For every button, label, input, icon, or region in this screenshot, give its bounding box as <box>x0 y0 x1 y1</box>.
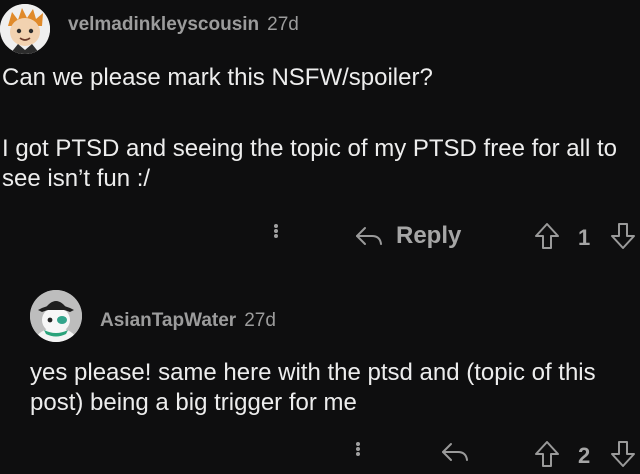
vote-count: 2 <box>578 443 591 468</box>
reply-arrow-icon <box>356 227 382 245</box>
downvote-button[interactable] <box>610 440 636 468</box>
avatar-image <box>30 290 82 342</box>
comment-paragraph: yes please! same here with the ptsd and … <box>30 359 596 416</box>
upvote-button[interactable] <box>534 440 560 468</box>
vote-count: 1 <box>578 225 591 250</box>
username[interactable]: velmadinkleyscousin <box>68 14 259 36</box>
avatar[interactable] <box>0 4 50 54</box>
upvote-button[interactable] <box>534 222 560 250</box>
comment-actions: Reply 1 <box>0 218 640 258</box>
comment-paragraph: I got PTSD and seeing the topic of my PT… <box>2 135 617 192</box>
comment-reply: AsianTapWater 27d yes please! same here … <box>0 270 640 474</box>
avatar-image <box>0 4 50 54</box>
comment-meta: velmadinkleyscousin 27d <box>68 14 299 36</box>
username[interactable]: AsianTapWater <box>100 310 236 332</box>
upvote-arrow-icon <box>535 223 559 249</box>
reply-arrow-icon <box>442 443 468 461</box>
comment: velmadinkleyscousin 27d Can we please ma… <box>0 0 640 268</box>
comment-age: 27d <box>267 14 299 35</box>
more-options-icon <box>272 224 280 238</box>
downvote-button[interactable] <box>610 222 636 250</box>
upvote-arrow-icon <box>535 441 559 467</box>
comment-paragraph: Can we please mark this NSFW/spoiler? <box>2 64 433 91</box>
more-options-button[interactable] <box>354 442 362 456</box>
downvote-arrow-icon <box>611 223 635 249</box>
downvote-arrow-icon <box>611 441 635 467</box>
comment-actions: 2 <box>0 434 640 474</box>
comment-meta: AsianTapWater 27d <box>100 310 276 332</box>
avatar[interactable] <box>30 290 82 342</box>
comment-age: 27d <box>244 310 276 331</box>
more-options-icon <box>354 442 362 456</box>
reply-label: Reply <box>396 222 462 249</box>
reply-button[interactable] <box>440 440 470 464</box>
reply-button[interactable]: Reply <box>354 222 461 250</box>
more-options-button[interactable] <box>272 224 280 238</box>
